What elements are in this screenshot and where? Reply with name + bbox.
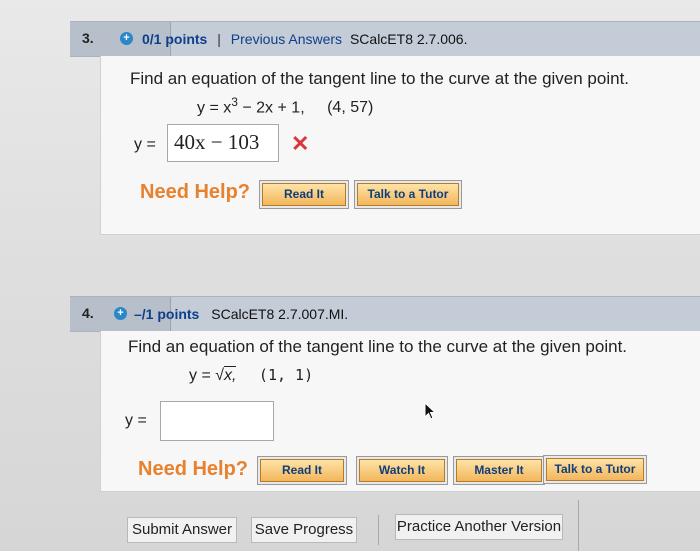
q4-read-it-button[interactable]: Read It	[260, 459, 344, 482]
q3-prompt: Find an equation of the tangent line to …	[130, 69, 630, 88]
q3-code: SCalcET8 2.7.006.	[349, 31, 468, 47]
q3-answer-field[interactable]: 40x − 103	[167, 124, 279, 162]
q3-separator: |	[217, 31, 221, 47]
q4-prompt: Find an equation of the tangent line to …	[128, 337, 628, 356]
q4-watch-it-button[interactable]: Watch It	[359, 459, 445, 482]
q3-point: (4, 57)	[327, 99, 374, 117]
q4-code: SCalcET8 2.7.007.MI.	[211, 306, 349, 322]
q3-incorrect-x-icon: ✕	[291, 131, 310, 156]
q3-need-help: Need Help?	[140, 181, 251, 203]
q4-answer-label: y =	[125, 412, 147, 429]
q4-number: 4.	[82, 305, 94, 321]
q4-body: Find an equation of the tangent line to …	[100, 331, 700, 492]
q4-answer-field[interactable]	[160, 401, 274, 441]
q3-previous-answers-link[interactable]: Previous Answers	[231, 31, 342, 47]
q4-status-dot-icon: +	[114, 307, 127, 320]
save-progress-button[interactable]: Save Progress	[251, 517, 357, 543]
page: 3. + 0/1 points | Previous Answers SCalc…	[0, 0, 700, 551]
sqrt-icon: √	[215, 367, 225, 384]
actions-divider-2	[578, 500, 579, 551]
actions-divider	[378, 515, 379, 545]
q3-eq-exp: 3	[231, 95, 238, 109]
q4-equation: y = √x, (1, 1)	[189, 366, 313, 385]
mouse-cursor-icon	[424, 402, 437, 420]
q3-talk-to-tutor-button[interactable]: Talk to a Tutor	[357, 183, 459, 206]
q4-eq-radical: x,	[224, 366, 237, 384]
q4-need-help: Need Help?	[138, 458, 249, 480]
submit-answer-button[interactable]: Submit Answer	[127, 517, 237, 543]
q4-point: (1, 1)	[258, 366, 314, 384]
q3-eq-rhs: − 2x + 1,	[237, 99, 305, 117]
q3-read-it-button[interactable]: Read It	[262, 183, 346, 206]
q3-number: 3.	[82, 30, 94, 46]
q3-header: 3. + 0/1 points | Previous Answers SCalc…	[70, 21, 700, 57]
q3-points: 0/1 points	[142, 31, 208, 47]
q4-header: 4. + –/1 points SCalcET8 2.7.007.MI.	[70, 296, 700, 332]
practice-another-version-button[interactable]: Practice Another Version	[395, 514, 563, 540]
q3-meta: 0/1 points | Previous Answers SCalcET8 2…	[142, 31, 467, 47]
q3-status-dot-icon: +	[120, 32, 133, 45]
q4-meta: –/1 points SCalcET8 2.7.007.MI.	[134, 306, 348, 322]
q4-eq-lhs: y =	[189, 367, 216, 384]
q3-body: Find an equation of the tangent line to …	[100, 56, 700, 235]
q3-answer-label: y =	[134, 136, 156, 153]
q3-eq-lhs: y = x	[197, 99, 232, 117]
q4-talk-to-tutor-button[interactable]: Talk to a Tutor	[546, 458, 644, 481]
q3-equation: y = x3 − 2x + 1, (4, 57)	[197, 95, 373, 117]
q4-master-it-button[interactable]: Master It	[456, 459, 542, 482]
q4-points: –/1 points	[134, 306, 200, 322]
